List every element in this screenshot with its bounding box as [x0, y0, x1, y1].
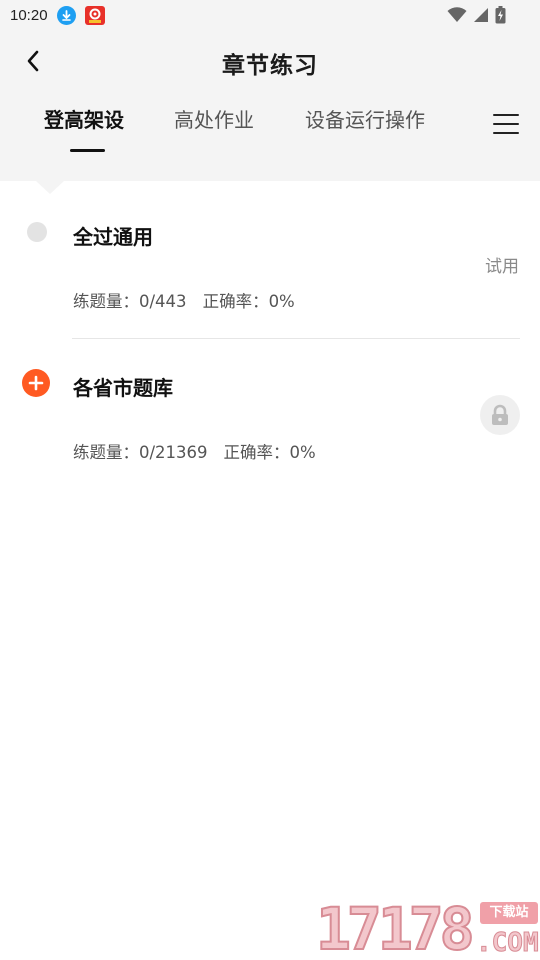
wifi-icon	[447, 7, 467, 22]
divider	[72, 338, 520, 339]
app-notification-icon	[85, 6, 105, 25]
status-time: 10:20	[10, 7, 48, 24]
lock-button[interactable]	[480, 395, 520, 435]
practice-count: 练题量：0/21369	[73, 443, 208, 462]
practice-count: 练题量：0/443	[73, 292, 187, 311]
download-notification-icon	[57, 6, 76, 25]
battery-charging-icon	[495, 6, 506, 24]
tab-pointer-notch	[36, 181, 64, 194]
watermark-logo: 17178 下载站 .COM	[315, 895, 540, 960]
item-stats: 练题量：0/21369 正确率：0%	[73, 439, 316, 463]
tab-denggao-jiashe[interactable]: 登高架设	[44, 104, 124, 133]
active-tab-indicator	[70, 149, 105, 152]
hamburger-icon	[493, 114, 519, 116]
menu-button[interactable]	[490, 110, 522, 140]
signal-icon	[474, 8, 488, 22]
item-stats: 练题量：0/443 正确率：0%	[73, 288, 295, 312]
accuracy-rate: 正确率：0%	[223, 443, 316, 462]
status-icons	[447, 6, 506, 24]
category-tabs: 登高架设 高处作业 设备运行操作	[0, 104, 480, 154]
header: 章节练习	[0, 32, 540, 88]
tab-gaochu-zuoye[interactable]: 高处作业	[174, 104, 254, 133]
item-title: 各省市题库	[73, 376, 173, 400]
trial-badge[interactable]: 试用	[485, 252, 519, 277]
lock-icon	[492, 404, 508, 425]
page-title: 章节练习	[222, 53, 318, 79]
item-title: 全过通用	[73, 225, 153, 249]
watermark-digits: 17178	[315, 895, 476, 960]
watermark-domain: .COM	[476, 928, 540, 959]
status-bar: 10:20	[0, 0, 540, 32]
accuracy-rate: 正确率：0%	[202, 292, 295, 311]
watermark-tag: 下载站	[480, 902, 538, 924]
status-dot-icon	[27, 222, 47, 242]
tab-shebei-yunxing-caozuo[interactable]: 设备运行操作	[305, 104, 425, 133]
plus-icon[interactable]	[22, 369, 50, 397]
